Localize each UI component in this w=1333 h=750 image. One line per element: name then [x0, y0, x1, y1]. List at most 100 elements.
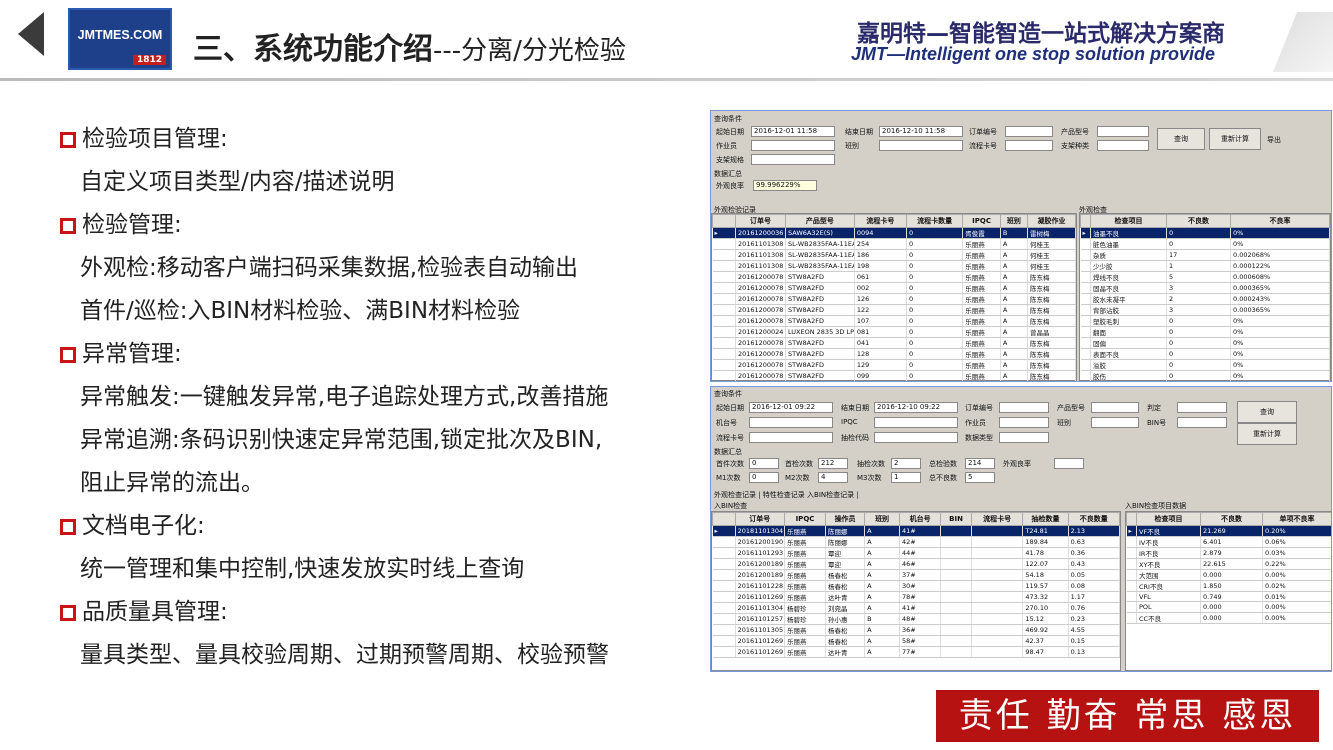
order-field[interactable] [1005, 126, 1053, 137]
order-field[interactable] [999, 402, 1049, 413]
column-header[interactable]: 抽检数量 [1022, 512, 1069, 526]
column-header[interactable]: 机台号 [899, 512, 942, 526]
column-header[interactable]: 产品型号 [785, 214, 855, 228]
row-selector[interactable] [712, 635, 736, 647]
column-header[interactable]: 凝胶作业 [1026, 214, 1077, 228]
start-date-field[interactable]: 2016-12-01 09:22 [749, 402, 833, 413]
table-row[interactable]: ▸ 20181101304 乐丽燕 陈丽娜 A 41# T24.81 2.13 [712, 525, 1121, 537]
end-date-field[interactable]: 2016-12-10 09:22 [874, 402, 958, 413]
row-selector[interactable] [712, 558, 736, 570]
table-row[interactable]: 20161200078 STW8A2FD 126 0 乐丽燕 A 陈东梅 [712, 293, 1077, 305]
table-row[interactable]: 20161200024 LUXEON 2835 3D LP 081 0 乐丽燕 A 曾晶晶 [712, 326, 1077, 338]
table-row[interactable]: 20161200078 STW8A2FD 129 0 乐丽燕 A 陈东梅 [712, 359, 1077, 371]
bin-record-table[interactable]: 订单号 IPQC 操作员 班别 机台号 BIN 流程卡号 抽检数量 不良数量 ▸ 201811013… [711, 511, 1121, 671]
table-row[interactable]: POL 0.000 0.00% [1126, 601, 1331, 613]
row-selector[interactable] [1126, 558, 1137, 570]
table-row[interactable]: 胶水未凝平 2 0.000243% [1080, 293, 1330, 305]
table-row[interactable]: VFL 0.749 0.01% [1126, 591, 1331, 603]
table-row[interactable]: IV不良 6.401 0.06% [1126, 536, 1331, 548]
table-row[interactable]: 20161200190 乐丽燕 陈丽娜 A 42# 189.84 0.63 [712, 536, 1121, 548]
row-selector[interactable]: ▸ [1126, 525, 1137, 537]
record-tabs[interactable]: 外观检查记录 | 特性检查记录 入BIN检查记录 | [714, 490, 859, 500]
row-selector[interactable] [1126, 580, 1137, 592]
row-selector[interactable] [712, 602, 736, 614]
sample-code-field[interactable] [874, 432, 958, 443]
table-row[interactable]: 20161200078 STW8A2FD 107 0 乐丽燕 A 陈东梅 [712, 315, 1077, 327]
table-row[interactable]: 杂质 17 0.002068% [1080, 249, 1330, 261]
column-header[interactable]: 流程卡号 [970, 512, 1024, 526]
row-selector[interactable] [712, 348, 736, 360]
judge-select[interactable] [1177, 402, 1227, 413]
table-row[interactable]: 20161200078 STW8A2FD 099 0 乐丽燕 A 陈东梅 [712, 370, 1077, 381]
table-row[interactable]: 焊线不良 5 0.000608% [1080, 271, 1330, 283]
datatype-select[interactable] [999, 432, 1049, 443]
flowcard-field[interactable] [1005, 140, 1053, 151]
column-header[interactable]: 检查项目 [1136, 512, 1201, 526]
column-header[interactable]: 操作员 [825, 512, 866, 526]
row-selector[interactable] [712, 591, 736, 603]
column-header[interactable]: 流程卡数量 [905, 214, 964, 228]
export-button[interactable]: 导出 [1267, 135, 1281, 145]
table-row[interactable]: XY不良 22.615 0.22% [1126, 558, 1331, 570]
row-selector[interactable] [712, 282, 736, 294]
table-row[interactable]: 20161101304 杨碧珍 刘宛晶 A 41# 270.10 0.76 [712, 602, 1121, 614]
table-row[interactable]: 20161101305 乐丽燕 杨春松 A 36# 469.92 4.55 [712, 624, 1121, 636]
table-row[interactable]: 固偏 0 0% [1080, 337, 1330, 349]
row-selector[interactable] [1080, 271, 1091, 283]
table-row[interactable]: 20161200078 STW8A2FD 041 0 乐丽燕 A 陈东梅 [712, 337, 1077, 349]
row-selector[interactable] [1080, 249, 1091, 261]
model-field[interactable] [1097, 126, 1149, 137]
table-row[interactable]: 20161200078 STW8A2FD 122 0 乐丽燕 A 陈东梅 [712, 304, 1077, 316]
table-row[interactable]: 20161101269 乐丽燕 达叶青 A 78# 473.32 1.17 [712, 591, 1121, 603]
row-selector[interactable] [1080, 304, 1091, 316]
row-selector[interactable] [1080, 348, 1091, 360]
shift-field[interactable] [1091, 417, 1139, 428]
row-selector[interactable] [1080, 326, 1091, 338]
table-row[interactable]: 20161101308 SL-WB2835FAA-11EAI 186 0 乐丽燕 A 何桂玉 [712, 249, 1077, 261]
row-selector[interactable] [712, 536, 736, 548]
table-row[interactable]: 20161101308 SL-WB2835FAA-11EAI 254 0 乐丽燕 A 何桂玉 [712, 238, 1077, 250]
table-row[interactable]: 塑胶毛刺 0 0% [1080, 315, 1330, 327]
column-header[interactable]: 班别 [864, 512, 901, 526]
row-selector[interactable] [712, 580, 736, 592]
row-selector[interactable] [712, 337, 736, 349]
table-row[interactable]: 20161101269 乐丽燕 达叶青 A 77# 98.47 0.13 [712, 646, 1121, 658]
start-date-field[interactable]: 2016-12-01 11:58 [751, 126, 835, 137]
column-header[interactable]: 不良率 [1230, 214, 1330, 228]
table-row[interactable]: 20161200189 乐丽燕 覃迎 A 46# 122.07 0.43 [712, 558, 1121, 570]
row-selector[interactable]: ▸ [1080, 227, 1091, 239]
row-selector[interactable] [712, 249, 736, 261]
column-header[interactable]: IPQC [962, 214, 1001, 228]
table-row[interactable]: ▸ VF不良 21.269 0.20% [1126, 525, 1331, 537]
bracket-field[interactable] [1097, 140, 1149, 151]
table-row[interactable]: IR不良 2.879 0.03% [1126, 547, 1331, 559]
table-row[interactable]: 脏色油墨 0 0% [1080, 238, 1330, 250]
column-header[interactable]: 不良数量 [1067, 512, 1121, 526]
row-selector[interactable] [1080, 238, 1091, 250]
row-selector[interactable] [712, 646, 736, 658]
row-selector[interactable] [1126, 569, 1137, 581]
row-selector[interactable] [712, 315, 736, 327]
row-selector[interactable] [712, 547, 736, 559]
table-row[interactable]: 翻面 0 0% [1080, 326, 1330, 338]
appearance-item-table[interactable]: 检查项目 不良数 不良率 ▸ 油墨不良 0 0% 脏色油墨 0 0% 杂质 17 0.002068% 少少… [1079, 213, 1331, 381]
row-selector[interactable] [1080, 282, 1091, 294]
column-header[interactable]: BIN [940, 512, 972, 526]
bin-field[interactable] [1177, 417, 1227, 428]
row-selector[interactable]: ▸ [712, 227, 736, 239]
flowcard-field[interactable] [749, 432, 833, 443]
table-row[interactable]: 胶伤 0 0% [1080, 370, 1330, 381]
column-header[interactable]: 检查项目 [1090, 214, 1167, 228]
row-selector[interactable] [1126, 601, 1137, 613]
table-row[interactable]: 固晶不良 3 0.000365% [1080, 282, 1330, 294]
row-selector[interactable] [712, 326, 736, 338]
row-selector[interactable] [1126, 612, 1137, 624]
end-date-field[interactable]: 2016-12-10 11:58 [879, 126, 963, 137]
table-row[interactable]: 20161200078 STW8A2FD 002 0 乐丽燕 A 陈东梅 [712, 282, 1077, 294]
row-selector[interactable] [1126, 547, 1137, 559]
row-selector[interactable] [712, 569, 736, 581]
appearance-record-table[interactable]: 订单号 产品型号 流程卡号 流程卡数量 IPQC 班别 凝胶作业 ▸ 20161200036 SA… [711, 213, 1077, 381]
table-row[interactable]: 20161101293 乐丽燕 覃迎 A 44# 41.78 0.36 [712, 547, 1121, 559]
column-header[interactable]: 订单号 [734, 512, 785, 526]
table-row[interactable]: 20161200189 乐丽燕 杨春松 A 37# 54.18 0.05 [712, 569, 1121, 581]
